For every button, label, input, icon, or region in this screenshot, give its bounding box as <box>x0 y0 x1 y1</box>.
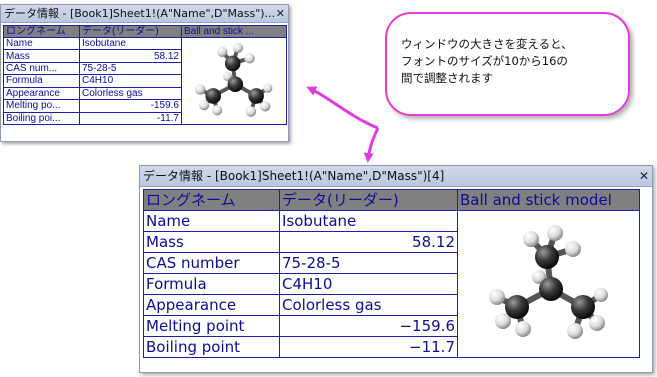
pointer-arrows <box>306 86 380 163</box>
double-headed-arrow <box>306 86 380 163</box>
